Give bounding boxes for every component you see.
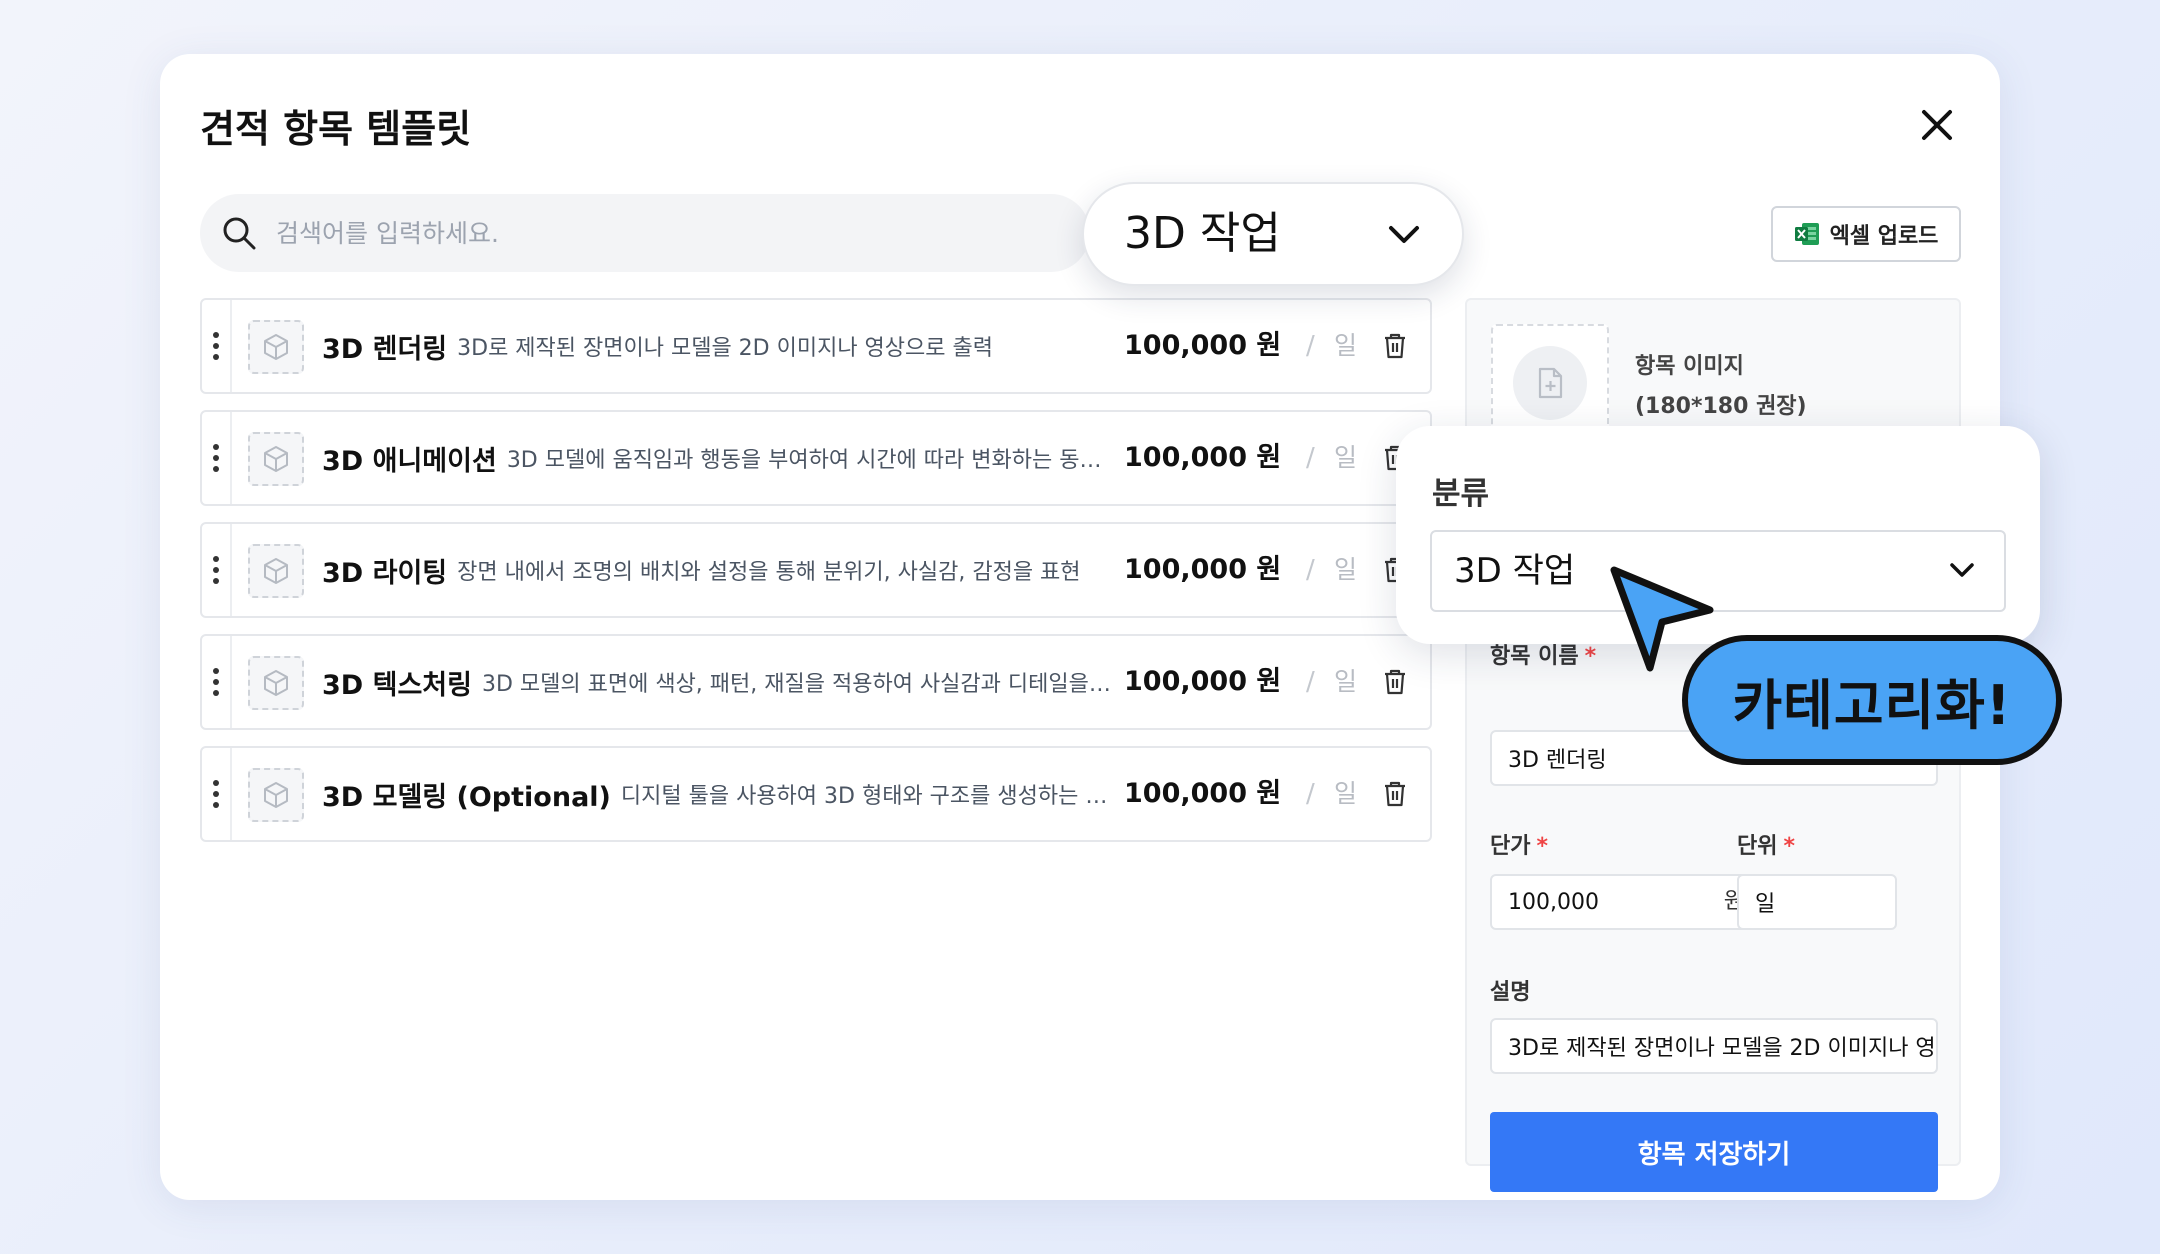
description-field[interactable]: 3D로 제작된 장면이나 모델을 2D 이미지나 영상으로 출력 (1490, 1018, 1938, 1074)
category-filter-dropdown[interactable]: 3D 작업 (1082, 182, 1464, 286)
trash-icon[interactable] (1382, 668, 1408, 696)
drag-handle-icon[interactable] (202, 524, 232, 616)
item-description: 장면 내에서 조명의 배치와 설정을 통해 분위기, 사실감, 감정을 표현 (457, 560, 1081, 585)
image-upload-box[interactable] (1491, 324, 1609, 442)
separator: / (1306, 667, 1315, 697)
list-item[interactable]: 3D 라이팅 장면 내에서 조명의 배치와 설정을 통해 분위기, 사실감, 감정… (200, 522, 1432, 618)
item-unit: 일 (1334, 779, 1358, 808)
item-description: 디지털 툴을 사용하여 3D 형태와 구조를 생성하는 작업 (620, 784, 1112, 809)
excel-upload-button[interactable]: 엑셀 업로드 (1771, 206, 1961, 262)
list-item[interactable]: 3D 애니메이션 3D 모델에 움직임과 행동을 부여하여 시간에 따라 변화하는… (200, 410, 1432, 506)
category-filter-value: 3D 작업 (1124, 208, 1281, 259)
item-name: 3D 라이팅 (322, 557, 448, 589)
price-value: 100,000 (1508, 889, 1599, 915)
description-label: 설명 (1490, 980, 1531, 1005)
image-label: 항목 이미지 (1635, 354, 1744, 379)
unit-label: 단위 * (1737, 834, 1795, 859)
chevron-down-icon (1950, 563, 1974, 577)
cube-icon (248, 432, 304, 486)
item-unit: 일 (1334, 331, 1358, 360)
cube-icon (248, 768, 304, 822)
save-item-button[interactable]: 항목 저장하기 (1490, 1112, 1938, 1192)
item-description: 3D로 제작된 장면이나 모델을 2D 이미지나 영상으로 출력 (457, 336, 993, 361)
item-name: 3D 애니메이션 (322, 445, 497, 477)
item-description: 3D 모델에 움직임과 행동을 부여하여 시간에 따라 변화하는 동작을... (506, 448, 1112, 473)
item-name: 3D 텍스처링 (322, 669, 472, 701)
item-unit: 일 (1334, 555, 1358, 584)
search-bar (200, 194, 1090, 272)
item-description: 3D 모델의 표면에 색상, 패턴, 재질을 적용하여 사실감과 디테일을 추.… (481, 672, 1112, 697)
modal-title: 견적 항목 템플릿 (200, 107, 472, 151)
item-price: 100,000 원 (1124, 778, 1282, 809)
item-price: 100,000 원 (1124, 442, 1282, 473)
item-price: 100,000 원 (1124, 554, 1282, 585)
cube-icon (248, 320, 304, 374)
trash-icon[interactable] (1382, 780, 1408, 808)
cube-icon (248, 544, 304, 598)
separator: / (1306, 443, 1315, 473)
excel-icon (1794, 223, 1819, 245)
image-size-hint: (180*180 권장) (1635, 394, 1807, 419)
category-select[interactable]: 3D 작업 (1430, 530, 2006, 612)
category-label: 분류 (1432, 476, 1490, 512)
separator: / (1306, 555, 1315, 585)
unit-field[interactable]: 일 (1737, 874, 1897, 930)
category-select-value: 3D 작업 (1454, 551, 1576, 591)
drag-handle-icon[interactable] (202, 748, 232, 840)
close-icon[interactable] (1914, 102, 1960, 148)
item-name: 3D 렌더링 (322, 333, 448, 365)
drag-handle-icon[interactable] (202, 636, 232, 728)
item-price: 100,000 원 (1124, 666, 1282, 697)
separator: / (1306, 331, 1315, 361)
item-unit: 일 (1334, 667, 1358, 696)
price-field[interactable]: 100,000 원 (1490, 874, 1762, 930)
drag-handle-icon[interactable] (202, 300, 232, 392)
search-input[interactable] (276, 194, 1036, 272)
separator: / (1306, 779, 1315, 809)
file-add-icon (1513, 346, 1587, 420)
item-unit: 일 (1334, 443, 1358, 472)
list-item[interactable]: 3D 모델링 (Optional) 디지털 툴을 사용하여 3D 형태와 구조를 … (200, 746, 1432, 842)
trash-icon[interactable] (1382, 332, 1408, 360)
search-icon (223, 217, 256, 250)
callout-text: 카테고리화! (1732, 673, 2012, 737)
item-price: 100,000 원 (1124, 330, 1282, 361)
chevron-down-icon (1389, 226, 1419, 243)
price-label: 단가 * (1490, 834, 1548, 859)
category-card: 분류 3D 작업 (1396, 426, 2040, 644)
list-item[interactable]: 3D 텍스처링 3D 모델의 표면에 색상, 패턴, 재질을 적용하여 사실감과 … (200, 634, 1432, 730)
callout-bubble: 카테고리화! (1682, 635, 2062, 765)
list-item[interactable]: 3D 렌더링 3D로 제작된 장면이나 모델을 2D 이미지나 영상으로 출력 1… (200, 298, 1432, 394)
drag-handle-icon[interactable] (202, 412, 232, 504)
excel-upload-label: 엑셀 업로드 (1829, 224, 1939, 249)
item-name: 3D 모델링 (Optional) (322, 781, 611, 813)
cube-icon (248, 656, 304, 710)
